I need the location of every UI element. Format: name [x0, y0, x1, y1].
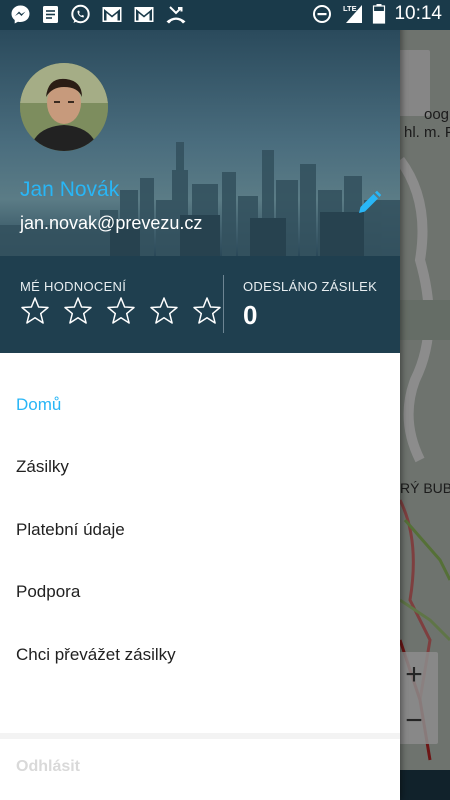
menu-item-payment[interactable]: Platební údaje [0, 500, 400, 560]
menu-item-home[interactable]: Domů [0, 375, 400, 435]
user-email: jan.novak@prevezu.cz [20, 213, 203, 233]
stats-divider [223, 275, 224, 333]
menu-divider [0, 733, 400, 739]
menu-item-shipments[interactable]: Zásilky [0, 437, 400, 497]
svg-text:LTE: LTE [343, 4, 357, 13]
profile-stats: MÉ HODNOCENÍ ODESLÁNO ZÁSILEK 0 [0, 256, 400, 353]
star-empty-icon [150, 297, 178, 324]
user-name: Jan Novák [20, 178, 120, 201]
profile-header: Jan Novák jan.novak@prevezu.cz [0, 30, 400, 256]
whatsapp-icon [71, 4, 90, 24]
star-empty-icon [107, 297, 135, 324]
avatar[interactable] [20, 63, 108, 151]
signal-lte-icon: LTE [343, 4, 363, 23]
sent-label: ODESLÁNO ZÁSILEK [243, 279, 378, 294]
sent-count: 0 [243, 300, 258, 330]
rating-stars [20, 296, 222, 326]
gmail-icon [102, 7, 122, 22]
star-empty-icon [21, 297, 49, 324]
star-empty-icon [193, 297, 221, 324]
clock: 10:14 [394, 3, 442, 24]
edit-profile-button[interactable] [356, 190, 382, 216]
navigation-drawer: Jan Novák jan.novak@prevezu.cz MÉ HODNOC… [0, 0, 400, 800]
star-empty-icon [64, 297, 92, 324]
logout-button[interactable]: Odhlásit [16, 758, 80, 776]
gmail-icon [134, 7, 154, 22]
messenger-icon [11, 5, 30, 24]
rating-label: MÉ HODNOCENÍ [20, 279, 127, 294]
document-icon [43, 6, 58, 23]
status-bar: LTE 10:14 [0, 0, 450, 30]
data-saver-icon [313, 5, 332, 23]
missed-call-icon [166, 6, 186, 24]
menu-item-become-courier[interactable]: Chci převážet zásilky [0, 625, 400, 685]
menu-item-support[interactable]: Podpora [0, 562, 400, 622]
pencil-icon [359, 190, 382, 213]
battery-icon [373, 4, 386, 24]
profile-photo [20, 63, 108, 151]
